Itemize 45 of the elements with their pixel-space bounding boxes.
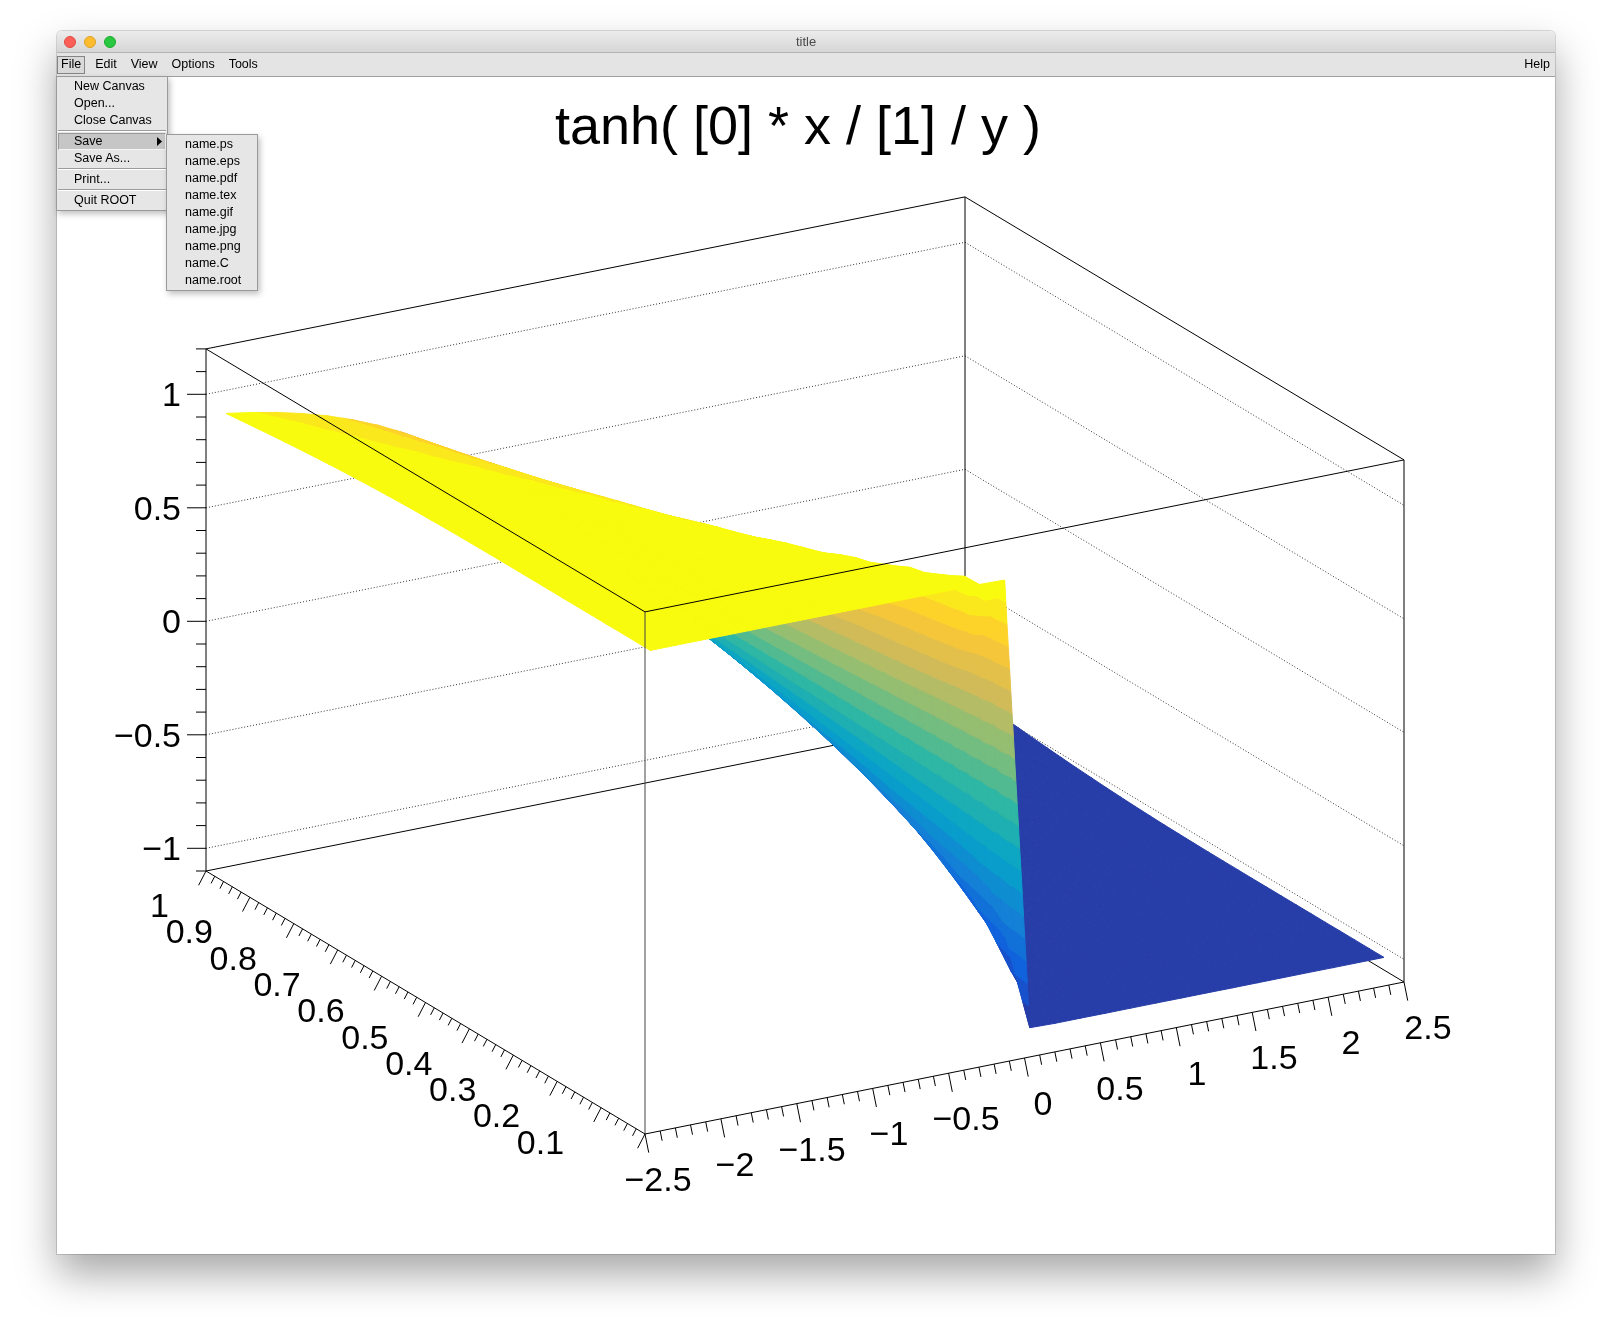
tick-label: 2.5 (1404, 1008, 1452, 1046)
submenu-item[interactable]: name.root (168, 272, 256, 289)
submenu-item[interactable]: name.jpg (168, 221, 256, 238)
submenu-item[interactable]: name.ps (168, 136, 256, 153)
submenu-item[interactable]: name.tex (168, 187, 256, 204)
menubar-item[interactable]: Help (1520, 55, 1554, 74)
window-title: title (795, 33, 817, 50)
menu-item[interactable]: Quit ROOT (58, 192, 166, 209)
menubar-item[interactable]: View (126, 55, 162, 74)
tick-label: 0.6 (297, 991, 345, 1030)
tick-label: −2.5 (624, 1160, 692, 1198)
menubar-item[interactable]: Options (167, 55, 219, 74)
tick-label: −0.5 (932, 1099, 1000, 1138)
tick-label: −2 (715, 1144, 755, 1183)
tick-label: 0 (1033, 1084, 1053, 1122)
close-button[interactable] (64, 35, 76, 48)
submenu-item[interactable]: name.pdf (168, 170, 256, 187)
menubar-item[interactable]: File (57, 55, 86, 74)
tick-label: −0.5 (113, 715, 181, 754)
plot-title: tanh( [0] * x / [1] / y ) (554, 95, 1042, 155)
menu-item[interactable]: Save As... (58, 150, 166, 167)
tick-label: −1 (869, 1114, 909, 1153)
tick-label: 0 (162, 602, 181, 641)
tick-label: 0.5 (133, 488, 181, 527)
minimize-button[interactable] (84, 35, 96, 48)
submenu-item[interactable]: name.gif (168, 204, 256, 221)
tick-label: −1 (142, 829, 181, 868)
tick-label: 0.5 (1096, 1068, 1144, 1107)
tick-label: −1.5 (778, 1129, 846, 1168)
menu-item[interactable]: Close Canvas (58, 112, 166, 129)
tick-label: 2 (1341, 1023, 1361, 1062)
menubar-item[interactable]: Edit (91, 55, 121, 74)
menu-item[interactable]: Save (58, 133, 166, 150)
tick-label: 1.5 (1250, 1038, 1298, 1077)
menubar-item[interactable]: Tools (224, 55, 262, 74)
tick-label: 1 (162, 375, 181, 414)
submenu-item[interactable]: name.png (168, 238, 256, 255)
maximize-button[interactable] (104, 35, 116, 48)
tick-label: 1 (150, 886, 169, 924)
menu-item[interactable]: Print... (58, 171, 166, 188)
submenu-item[interactable]: name.C (168, 255, 256, 272)
menu-item[interactable]: Open... (58, 95, 166, 112)
tick-label: 1 (1187, 1053, 1207, 1092)
menu-item[interactable]: New Canvas (58, 78, 166, 95)
submenu-item[interactable]: name.eps (168, 153, 256, 170)
